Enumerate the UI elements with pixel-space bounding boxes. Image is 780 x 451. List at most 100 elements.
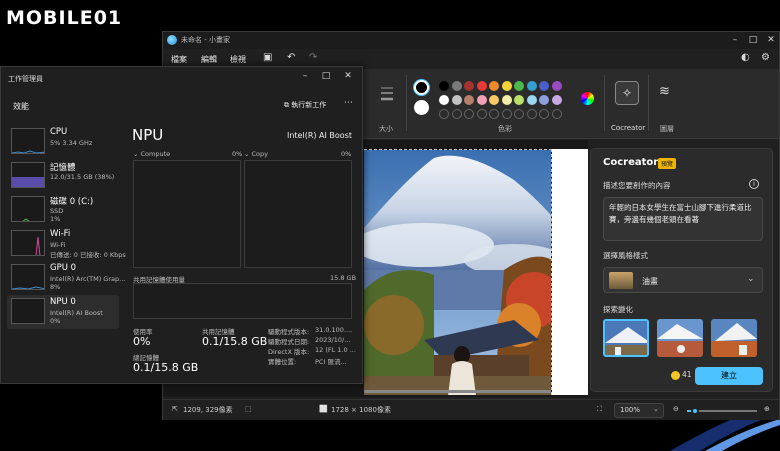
color-swatch[interactable] [476,95,487,105]
cocreator-sparkle-icon[interactable]: ✧ [615,81,639,105]
resource-detail: 8% [50,283,61,291]
custom-color-slot[interactable] [501,109,512,119]
zoom-value: 100% [620,406,641,414]
style-dropdown[interactable]: 油畫 ⌄ [603,267,763,293]
custom-color-slot[interactable] [514,109,524,119]
color-swatch[interactable] [451,95,462,105]
ribbon-separator [406,75,407,131]
horizontal-scrollbar[interactable] [364,390,551,393]
custom-color-slot[interactable] [489,109,499,119]
disk-mini-graph [11,196,45,222]
custom-color-slot[interactable] [464,109,474,119]
color-swatch[interactable] [489,95,499,105]
menu-file[interactable]: 檔案 [171,54,187,65]
zoom-dropdown[interactable]: 100% ⌄ [614,403,664,418]
resource-item-memory[interactable]: 記憶體 12.0/31.5 GB (38%) [7,159,119,193]
resource-item-npu[interactable]: NPU 0 Intel(R) AI Boost 0% [7,295,119,329]
secondary-color-swatch[interactable] [414,100,429,115]
variation-thumbnail[interactable] [711,319,757,357]
minimize-icon[interactable]: – [728,34,742,46]
layers-label[interactable]: 圖層 [660,124,674,134]
credits-value: 41 [682,370,692,379]
color-swatch[interactable] [551,95,562,105]
redo-icon[interactable]: ↷ [309,52,317,63]
color-swatch[interactable] [501,95,512,105]
color-swatch[interactable] [501,81,512,91]
zoom-out-icon[interactable]: ⊖ [673,405,679,413]
color-swatch[interactable] [539,81,549,91]
close-icon[interactable]: ✕ [764,34,778,46]
compute-graph-label: ⌄ Compute [133,150,171,158]
account-icon[interactable]: ◐ [741,52,750,63]
detail-heading: NPU [132,126,164,144]
color-swatch[interactable] [514,95,524,105]
resource-item-gpu[interactable]: GPU 0 Intel(R) Arc(TM) Grap... 8% [7,261,125,295]
canvas-blank-region[interactable] [552,149,588,395]
maximize-icon[interactable]: □ [746,34,760,46]
custom-color-slot[interactable] [451,109,462,119]
prompt-input[interactable]: 年輕的日本女學生在富士山腳下進行柔道比賽，旁邊有幾個老頭在看著 [603,197,763,241]
cursor-pointer-icon: ⇱ [172,405,178,413]
custom-color-slot[interactable] [439,109,449,119]
fit-to-window-icon[interactable]: ⛶ [597,405,602,414]
resource-name: GPU 0 [50,263,77,273]
brush-size-icon[interactable] [379,83,395,107]
run-new-task-label: 執行新工作 [291,101,327,109]
color-swatch[interactable] [551,81,562,91]
create-button[interactable]: 建立 [695,367,763,385]
variation-thumbnail[interactable] [603,319,649,357]
color-swatch[interactable] [526,95,537,105]
save-icon[interactable]: ▣ [263,52,272,63]
menu-edit[interactable]: 編輯 [201,54,217,65]
selection-size-icon: ⬚ [245,405,252,413]
canvas-painting-image[interactable] [364,149,552,395]
copy-graph-label-text: Copy [251,150,269,158]
resource-item-wifi[interactable]: Wi-Fi Wi-Fi 已傳送: 0 已接收: 0 Kbps [7,227,126,261]
more-options-icon[interactable]: ⋯ [344,98,353,108]
color-picker-wheel-icon[interactable] [581,92,594,105]
color-swatch[interactable] [476,81,487,91]
close-icon[interactable]: ✕ [341,70,355,82]
mobile01-watermark: MOBILE01 [6,4,122,32]
resource-detail: Intel(R) AI Boost [50,309,103,317]
undo-icon[interactable]: ↶ [287,52,295,63]
color-swatch[interactable] [489,81,499,91]
custom-color-slot[interactable] [476,109,487,119]
run-new-task-button[interactable]: ⧉ 執行新工作 [284,100,326,110]
settings-gear-icon[interactable]: ⚙ [761,52,770,63]
cocreator-ribbon-label[interactable]: Cocreator [611,124,645,132]
canvas-size: 1728 × 1080像素 [331,406,391,414]
copy-graph-pct: 0% [341,150,352,158]
custom-color-slot[interactable] [551,109,562,119]
variation-thumbnail[interactable] [657,319,703,357]
shared-memory-value: 0.1/15.8 GB [202,335,268,348]
resource-item-cpu[interactable]: CPU 5% 3.34 GHz [7,125,119,159]
color-swatch[interactable] [439,81,449,91]
color-swatch[interactable] [526,81,537,91]
cocreator-panel: Cocreator 預覽 描述您要創作的內容 i 年輕的日本女學生在富士山腳下進… [590,148,773,392]
zoom-slider-thumb[interactable] [691,407,699,415]
color-swatch[interactable] [439,95,449,105]
resource-detail: 1% [50,215,61,223]
memory-mini-graph [11,162,45,188]
minimize-icon[interactable]: – [298,70,312,82]
layers-icon[interactable]: ≋ [659,84,670,99]
color-swatch[interactable] [451,81,462,91]
color-swatch[interactable] [464,81,474,91]
color-swatch[interactable] [514,81,524,91]
primary-color-swatch[interactable] [414,80,429,95]
resource-detail: 已傳送: 0 已接收: 0 Kbps [50,251,126,259]
info-icon[interactable]: i [749,179,759,189]
performance-heading: 效能 [13,102,29,111]
zoom-in-icon[interactable]: ⊕ [764,405,770,413]
menu-view[interactable]: 檢視 [230,54,246,65]
explore-label: 探索變化 [603,305,633,314]
color-swatch[interactable] [539,95,549,105]
color-swatch[interactable] [464,95,474,105]
custom-color-slot[interactable] [526,109,537,119]
resource-item-disk[interactable]: 磁碟 0 (C:) SSD 1% [7,193,119,227]
maximize-icon[interactable]: □ [319,70,333,82]
resource-list: CPU 5% 3.34 GHz 記憶體 12.0/31.5 GB (38%) 磁… [7,125,126,385]
directx-value: 12 (FL 1.0 ... [315,346,356,354]
custom-color-slot[interactable] [539,109,549,119]
